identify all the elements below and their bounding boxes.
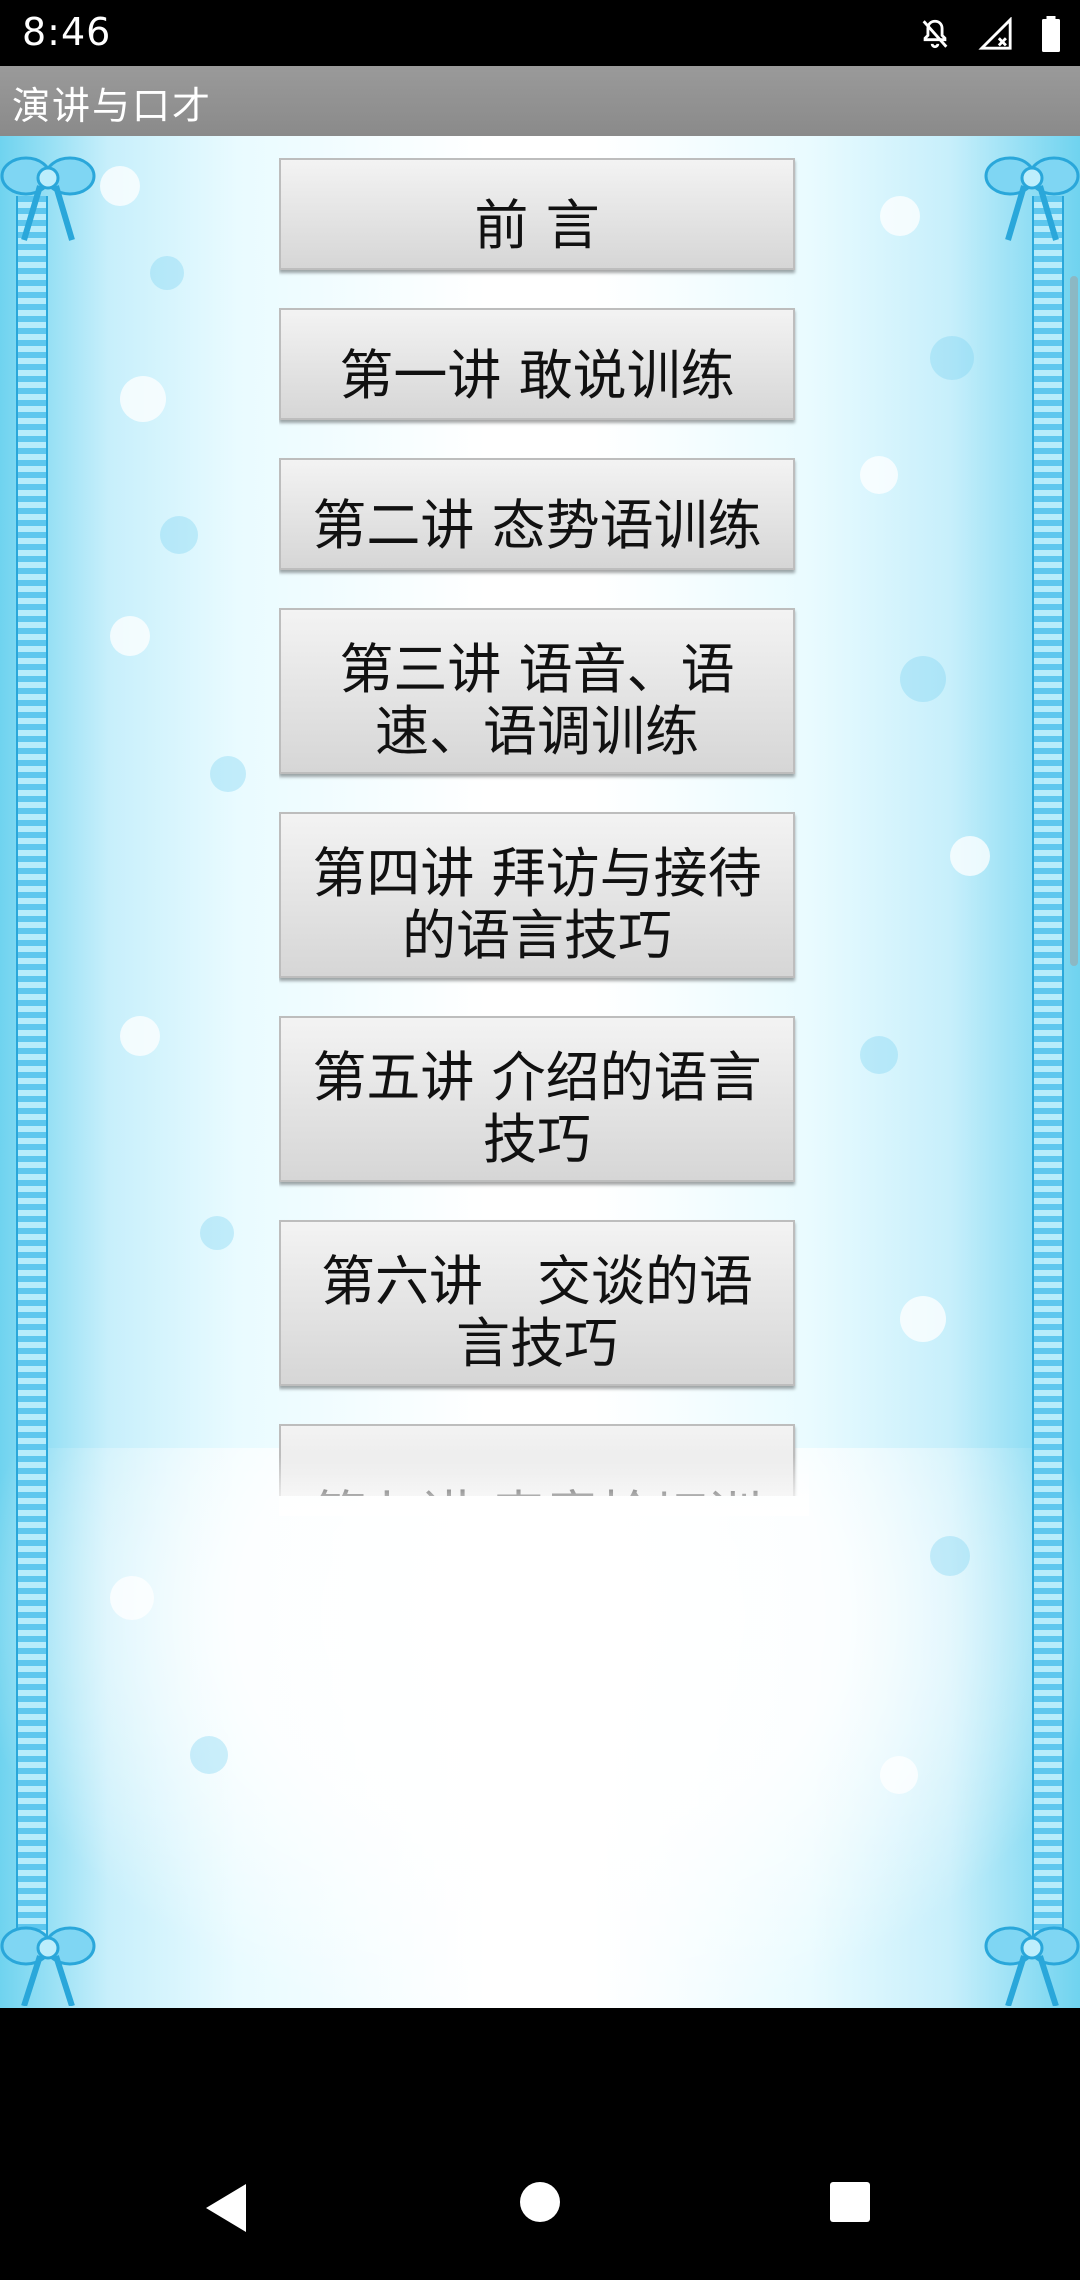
chapter-button-4[interactable]: 第四讲 拜访与接待 的语言技巧 <box>279 812 795 978</box>
bubble-decoration <box>880 196 920 236</box>
bubble-decoration <box>160 516 198 554</box>
bow-icon <box>984 156 1080 241</box>
signal-off-icon <box>978 17 1012 50</box>
bubble-decoration <box>900 656 946 702</box>
bubble-decoration <box>120 1016 160 1056</box>
app-title: 演讲与口才 <box>12 84 213 128</box>
bow-icon <box>0 1926 96 2006</box>
navigation-bar <box>0 2008 1080 2280</box>
bubble-decoration <box>110 616 150 656</box>
status-time: 8:46 <box>22 10 112 54</box>
bubble-decoration <box>860 1036 898 1074</box>
list-fade-edge <box>279 1456 809 1516</box>
chapter-button-3[interactable]: 第三讲 语音、语 速、语调训练 <box>279 608 795 774</box>
bubble-decoration <box>930 1536 970 1576</box>
home-icon[interactable] <box>518 2180 562 2224</box>
bubble-decoration <box>860 456 898 494</box>
bubble-decoration <box>930 336 974 380</box>
status-bar: 8:46 <box>0 0 1080 66</box>
bubble-decoration <box>210 756 246 792</box>
bubble-decoration <box>190 1736 228 1774</box>
chapter-button-preface[interactable]: 前 言 <box>279 158 795 270</box>
bubble-decoration <box>950 836 990 876</box>
bubble-decoration <box>120 376 166 422</box>
bubble-decoration <box>110 1576 154 1620</box>
bubble-decoration <box>100 166 140 206</box>
ribbon-rail <box>16 196 48 1956</box>
scrollbar[interactable] <box>1070 276 1078 966</box>
bubble-decoration <box>900 1296 946 1342</box>
bubble-decoration <box>880 1756 918 1794</box>
chapter-button-1[interactable]: 第一讲 敢说训练 <box>279 308 795 420</box>
left-ribbon-frame <box>10 136 50 2008</box>
battery-icon <box>1042 16 1060 52</box>
content-area[interactable]: 前 言 第一讲 敢说训练 第二讲 态势语训练 第三讲 语音、语 速、语调训练 第… <box>0 136 1080 2008</box>
chapter-menu: 前 言 第一讲 敢说训练 第二讲 态势语训练 第三讲 语音、语 速、语调训练 第… <box>279 158 799 1496</box>
bow-icon <box>0 156 96 241</box>
status-icons <box>918 12 1062 56</box>
notifications-off-icon <box>922 19 948 49</box>
recents-icon[interactable] <box>828 2180 872 2224</box>
chapter-button-6[interactable]: 第六讲 交谈的语 言技巧 <box>279 1220 795 1386</box>
right-ribbon-frame <box>1026 136 1066 2008</box>
ribbon-rail <box>1032 196 1064 1956</box>
back-icon[interactable] <box>200 2180 250 2236</box>
bow-icon <box>984 1926 1080 2006</box>
chapter-button-2[interactable]: 第二讲 态势语训练 <box>279 458 795 570</box>
chapter-button-5[interactable]: 第五讲 介绍的语言 技巧 <box>279 1016 795 1182</box>
bubble-decoration <box>150 256 184 290</box>
bubble-decoration <box>200 1216 234 1250</box>
app-title-bar: 演讲与口才 <box>0 66 1080 137</box>
